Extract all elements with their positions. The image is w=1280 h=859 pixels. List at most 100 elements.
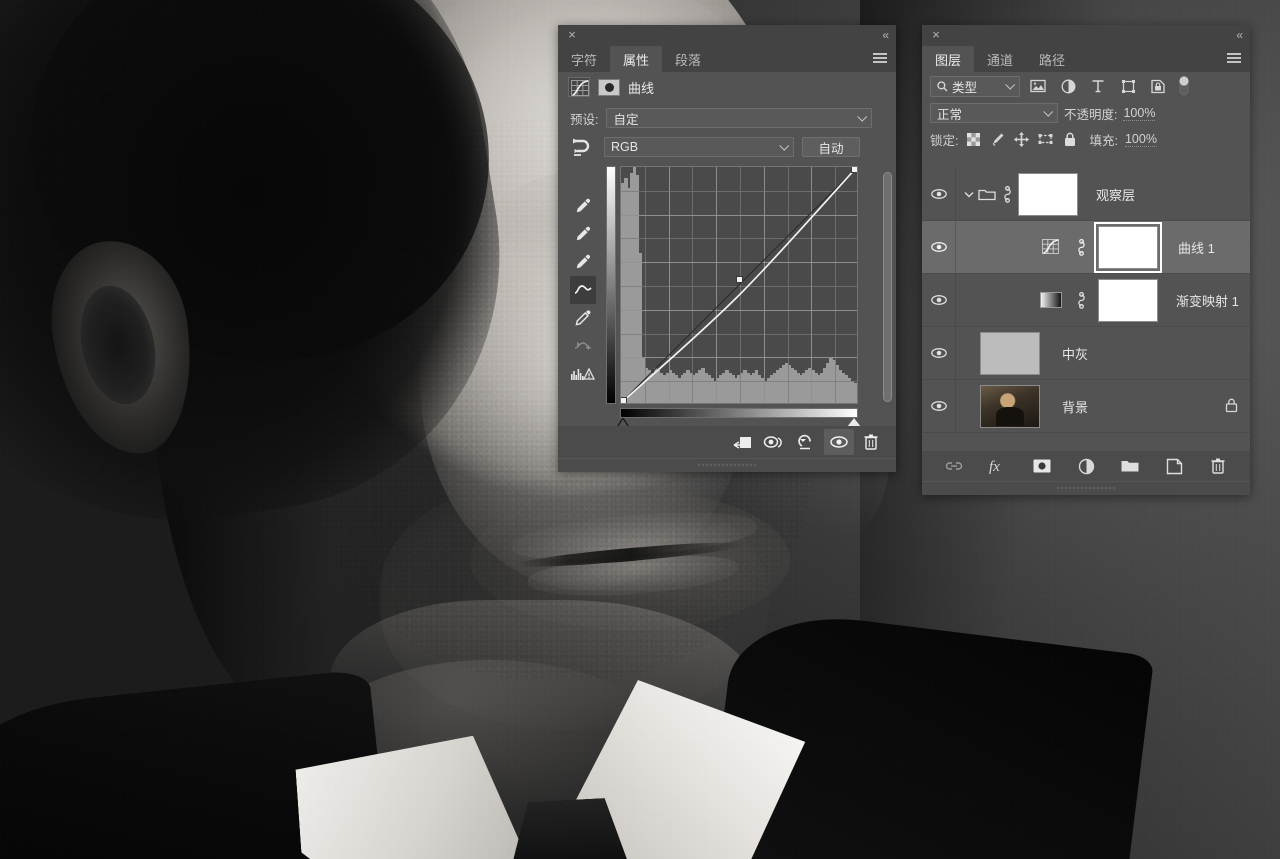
curve-point-mid[interactable]	[736, 276, 743, 283]
layer-thumbnail[interactable]	[980, 384, 1040, 428]
tab-character[interactable]: 字符	[558, 46, 610, 72]
layer-visibility-toggle[interactable]	[922, 168, 956, 220]
properties-panel-resize-grip[interactable]	[558, 458, 896, 472]
shape-layer-filter-icon[interactable]	[1116, 75, 1140, 97]
channel-select[interactable]: RGB	[604, 137, 794, 157]
opacity-chevron-icon[interactable]	[1161, 106, 1175, 120]
pencil-draw-curve-icon[interactable]	[570, 304, 596, 332]
gradient-map-adjustment-icon[interactable]	[1040, 292, 1062, 308]
delete-layer-icon[interactable]	[1203, 453, 1233, 479]
link-layers-icon[interactable]	[939, 453, 969, 479]
layer-name[interactable]: 中灰	[1062, 344, 1088, 363]
layers-panel-resize-grip[interactable]	[922, 481, 1250, 495]
layer-mask-thumbnail[interactable]	[1094, 221, 1162, 273]
on-image-adjustment-tool-icon[interactable]	[570, 136, 596, 158]
layer-visibility-toggle[interactable]	[922, 380, 956, 432]
opacity-value[interactable]: 100%	[1123, 106, 1156, 121]
toggle-previous-state-icon[interactable]	[760, 429, 790, 455]
layer-row-curves[interactable]: 曲线 1	[922, 221, 1250, 274]
filter-enable-toggle[interactable]	[1176, 75, 1192, 97]
lock-transparent-pixels-icon[interactable]	[965, 131, 982, 148]
blend-mode-row: 正常 不透明度: 100%	[922, 100, 1250, 126]
tab-layers[interactable]: 图层	[922, 46, 975, 72]
lock-image-pixels-icon[interactable]	[989, 131, 1006, 148]
text-layer-filter-icon[interactable]	[1086, 75, 1110, 97]
layer-row-background[interactable]: 背景	[922, 380, 1250, 433]
curves-grid[interactable]	[620, 166, 858, 404]
preset-label: 预设:	[570, 112, 599, 127]
curve-point-tool-icon[interactable]	[570, 276, 596, 304]
layer-mask-thumbnail[interactable]	[1018, 172, 1078, 216]
eyedropper-gray-point-icon[interactable]	[570, 220, 596, 248]
on-image-adjust-tool[interactable]	[570, 166, 596, 192]
lock-all-icon[interactable]	[1061, 131, 1078, 148]
layer-visibility-toggle[interactable]	[922, 327, 956, 379]
fill-value[interactable]: 100%	[1124, 132, 1157, 147]
collapse-panel-icon[interactable]: «	[1236, 28, 1243, 42]
collapse-panel-icon[interactable]: «	[882, 28, 889, 42]
filter-type-select[interactable]: 类型	[930, 75, 1020, 97]
delete-trash-icon[interactable]	[856, 429, 886, 455]
layer-locked-icon	[1225, 398, 1238, 413]
layer-visibility-toggle[interactable]	[922, 221, 956, 273]
curves-adjustment-icon[interactable]	[1040, 238, 1062, 256]
curve-point-shadow[interactable]	[621, 397, 627, 403]
tab-paragraph[interactable]: 段落	[662, 46, 714, 72]
tab-properties[interactable]: 属性	[610, 46, 663, 72]
svg-text:fx: fx	[989, 459, 1000, 475]
eyedropper-black-point-icon[interactable]	[570, 192, 596, 220]
tab-channels[interactable]: 通道	[974, 46, 1026, 72]
hamburger-icon[interactable]	[1227, 53, 1241, 64]
close-icon[interactable]: ×	[930, 28, 942, 41]
add-layer-mask-icon[interactable]	[1027, 453, 1057, 479]
lock-position-icon[interactable]	[1013, 131, 1030, 148]
pixel-layer-filter-icon[interactable]	[1026, 75, 1050, 97]
group-expand-chevron-icon[interactable]	[962, 191, 976, 198]
lock-artboard-nesting-icon[interactable]	[1037, 131, 1054, 148]
tab-paths[interactable]: 路径	[1026, 46, 1078, 72]
new-adjustment-layer-icon[interactable]	[1071, 453, 1101, 479]
reset-icon[interactable]	[792, 429, 822, 455]
blend-mode-select[interactable]: 正常	[930, 103, 1058, 123]
layer-visibility-toggle[interactable]	[922, 274, 956, 326]
layer-name[interactable]: 曲线 1	[1178, 238, 1215, 257]
histogram-warning-icon[interactable]	[570, 360, 596, 388]
properties-panel-titlebar: × «	[558, 25, 896, 46]
link-mask-icon[interactable]	[1072, 238, 1090, 256]
layer-name[interactable]: 渐变映射 1	[1176, 291, 1239, 310]
properties-footer	[558, 426, 896, 458]
fill-chevron-icon[interactable]	[1164, 132, 1178, 146]
layer-row-gradient-map[interactable]: 渐变映射 1	[922, 274, 1250, 327]
layer-row-neutral-gray[interactable]: 中灰	[922, 327, 1250, 380]
curve-point-highlight[interactable]	[851, 167, 857, 173]
eyedropper-white-point-icon[interactable]	[570, 248, 596, 276]
layer-thumbnail[interactable]	[980, 331, 1040, 375]
link-mask-icon[interactable]	[1072, 291, 1090, 309]
smooth-curve-icon[interactable]	[570, 332, 596, 360]
adjustment-layer-filter-icon[interactable]	[1056, 75, 1080, 97]
layer-name[interactable]: 背景	[1062, 397, 1088, 416]
photoshop-workspace: × « 字符 属性 段落 曲线 预设: 自定 RGB 自动 × « 图层 通道 …	[0, 0, 1280, 859]
hamburger-icon[interactable]	[873, 53, 887, 64]
smart-object-filter-icon[interactable]	[1146, 75, 1170, 97]
layer-style-fx-icon[interactable]: fx	[983, 453, 1013, 479]
layer-row-group[interactable]: 观察层	[922, 168, 1250, 221]
close-icon[interactable]: ×	[566, 28, 578, 41]
chevron-down-icon	[1005, 79, 1016, 90]
layer-name[interactable]: 观察层	[1096, 185, 1135, 204]
link-mask-icon[interactable]	[998, 185, 1016, 203]
layer-mask-thumbnail[interactable]	[1098, 278, 1158, 322]
scrollbar-thumb[interactable]	[883, 172, 892, 402]
page-title: 曲线	[628, 80, 655, 96]
properties-panel[interactable]: × « 字符 属性 段落 曲线 预设: 自定 RGB 自动	[558, 25, 896, 472]
layers-panel-tabs: 图层 通道 路径	[922, 46, 1250, 72]
preset-row: 预设: 自定	[558, 102, 896, 128]
preset-select[interactable]: 自定	[606, 108, 872, 128]
clip-to-layer-icon[interactable]	[728, 429, 758, 455]
layers-panel[interactable]: × « 图层 通道 路径 类型 正常 不透明度: 100% 锁定: 填充: 10…	[922, 25, 1250, 495]
layer-mask-thumbnail[interactable]	[598, 78, 620, 96]
visibility-eye-icon[interactable]	[824, 429, 854, 455]
new-group-icon[interactable]	[1115, 453, 1145, 479]
new-layer-icon[interactable]	[1159, 453, 1189, 479]
auto-button[interactable]: 自动	[802, 137, 860, 157]
